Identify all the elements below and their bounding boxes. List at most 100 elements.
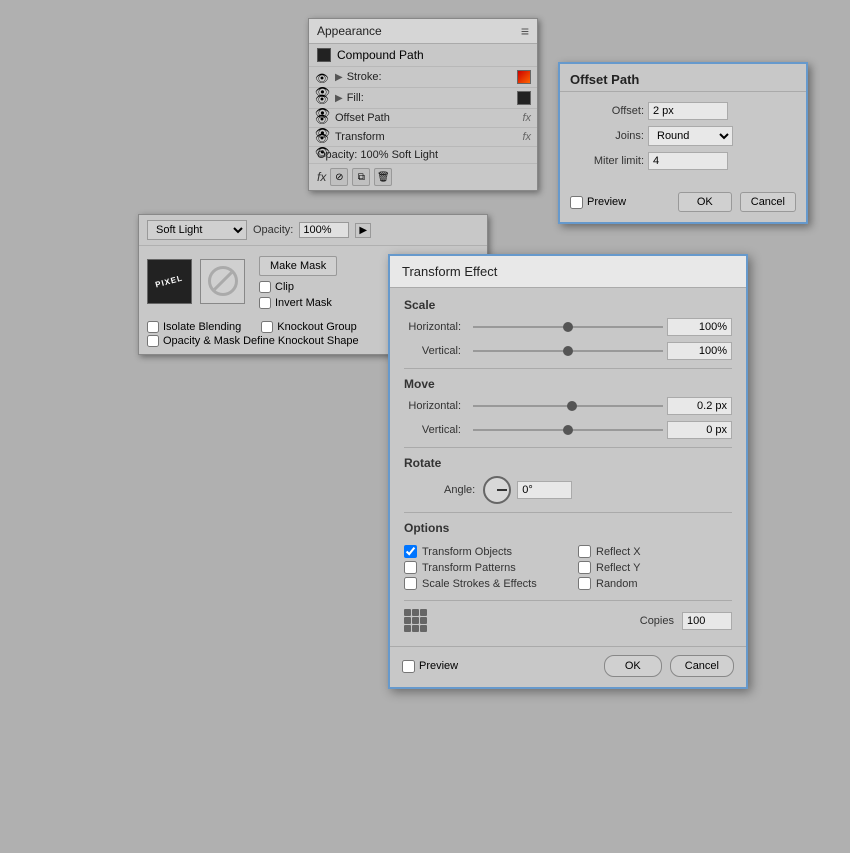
make-mask-button[interactable]: Make Mask bbox=[259, 256, 337, 276]
isolate-blending-row[interactable]: Isolate Blending bbox=[147, 320, 241, 334]
transform-preview-row[interactable]: Preview bbox=[402, 660, 596, 673]
fill-expand-icon[interactable]: ▶ bbox=[335, 93, 343, 104]
copies-label: Copies bbox=[640, 615, 674, 627]
scale-v-thumb[interactable] bbox=[563, 346, 573, 356]
panel-menu-icon[interactable]: ≡ bbox=[521, 23, 529, 39]
stroke-expand-icon[interactable]: ▶ bbox=[335, 72, 343, 83]
move-h-input[interactable] bbox=[667, 397, 732, 415]
scale-h-thumb[interactable] bbox=[563, 322, 573, 332]
fill-label: Fill: bbox=[347, 92, 513, 104]
scale-h-input[interactable] bbox=[667, 318, 732, 336]
scale-strokes-row[interactable]: Scale Strokes & Effects bbox=[404, 577, 558, 590]
transform-visibility-icon[interactable]: 👁 bbox=[315, 131, 331, 143]
no-icon-btn[interactable]: ⊘ bbox=[330, 168, 348, 186]
invert-mask-checkbox-row[interactable]: Invert Mask bbox=[259, 296, 337, 310]
fill-row[interactable]: 👁 ▶ Fill: bbox=[309, 88, 537, 109]
fx-button[interactable]: fx bbox=[317, 170, 326, 184]
scale-strokes-label: Scale Strokes & Effects bbox=[422, 578, 537, 590]
invert-mask-label: Invert Mask bbox=[275, 297, 332, 309]
transform-objects-row[interactable]: Transform Objects bbox=[404, 545, 558, 558]
offset-preview-row[interactable]: Preview bbox=[570, 196, 670, 209]
knockout-group-label: Knockout Group bbox=[277, 321, 357, 333]
move-v-input[interactable] bbox=[667, 421, 732, 439]
scale-horizontal-row: Horizontal: bbox=[404, 318, 732, 336]
fill-swatch[interactable] bbox=[517, 91, 531, 105]
offset-visibility-icon[interactable]: 👁 bbox=[315, 112, 331, 124]
angle-indicator bbox=[497, 489, 507, 491]
scale-vertical-row: Vertical: bbox=[404, 342, 732, 360]
thumbnail-text: PIXEL bbox=[155, 273, 184, 289]
offset-dialog-body: Offset: Joins: Round Miter Bevel Miter l… bbox=[560, 92, 806, 186]
clip-checkbox-row[interactable]: Clip bbox=[259, 280, 337, 294]
scale-v-input[interactable] bbox=[667, 342, 732, 360]
appearance-titlebar: Appearance ≡ bbox=[309, 19, 537, 44]
stroke-row[interactable]: 👁 ▶ Stroke: bbox=[309, 67, 537, 88]
opacity-input[interactable] bbox=[299, 222, 349, 238]
knockout-group-checkbox[interactable] bbox=[261, 321, 273, 333]
appearance-bottom: fx ⊘ ⧉ 🗑 bbox=[309, 164, 537, 190]
transform-cancel-button[interactable]: Cancel bbox=[670, 655, 734, 677]
grid-dot-6 bbox=[420, 617, 427, 624]
clip-label: Clip bbox=[275, 281, 294, 293]
grid-dot-8 bbox=[412, 625, 419, 632]
knockout-group-row[interactable]: Knockout Group bbox=[261, 320, 357, 334]
delete-icon-btn[interactable]: 🗑 bbox=[374, 168, 392, 186]
copies-input[interactable] bbox=[682, 612, 732, 630]
random-label: Random bbox=[596, 578, 638, 590]
blend-top-row: Soft Light Normal Multiply Screen Overla… bbox=[139, 215, 487, 246]
offset-input[interactable] bbox=[648, 102, 728, 120]
transform-ok-button[interactable]: OK bbox=[604, 655, 662, 677]
move-v-label: Vertical: bbox=[404, 424, 469, 436]
options-grid: Transform Objects Reflect X Transform Pa… bbox=[404, 541, 732, 594]
reflect-y-label: Reflect Y bbox=[596, 562, 640, 574]
angle-dial[interactable] bbox=[483, 476, 511, 504]
clip-checkbox[interactable] bbox=[259, 281, 271, 293]
layer-thumbnail: PIXEL bbox=[147, 259, 192, 304]
move-v-thumb[interactable] bbox=[563, 425, 573, 435]
transform-objects-checkbox[interactable] bbox=[404, 545, 417, 558]
grid-dot-1 bbox=[404, 609, 411, 616]
opacity-mask-checkbox[interactable] bbox=[147, 335, 159, 347]
grid-dot-3 bbox=[420, 609, 427, 616]
transform-patterns-checkbox[interactable] bbox=[404, 561, 417, 574]
opacity-arrow-btn[interactable]: ▶ bbox=[355, 223, 371, 238]
offset-cancel-button[interactable]: Cancel bbox=[740, 192, 796, 212]
rotate-section-title: Rotate bbox=[404, 456, 732, 470]
reflect-y-row[interactable]: Reflect Y bbox=[578, 561, 732, 574]
mask-thumbnail bbox=[200, 259, 245, 304]
grid-dot-2 bbox=[412, 609, 419, 616]
reflect-x-row[interactable]: Reflect X bbox=[578, 545, 732, 558]
move-h-slider[interactable] bbox=[473, 405, 663, 407]
offset-path-row[interactable]: 👁 Offset Path fx bbox=[309, 109, 537, 128]
reflect-x-checkbox[interactable] bbox=[578, 545, 591, 558]
grid-dot-9 bbox=[420, 625, 427, 632]
reflect-y-checkbox[interactable] bbox=[578, 561, 591, 574]
offset-ok-button[interactable]: OK bbox=[678, 192, 732, 212]
transform-buttons: Preview OK Cancel bbox=[390, 646, 746, 687]
invert-mask-checkbox[interactable] bbox=[259, 297, 271, 309]
transform-patterns-row[interactable]: Transform Patterns bbox=[404, 561, 558, 574]
blend-mode-select[interactable]: Soft Light Normal Multiply Screen Overla… bbox=[147, 220, 247, 240]
random-row[interactable]: Random bbox=[578, 577, 732, 590]
random-checkbox[interactable] bbox=[578, 577, 591, 590]
miter-input[interactable] bbox=[648, 152, 728, 170]
appearance-panel: Appearance ≡ Compound Path 👁 ▶ Stroke: 👁… bbox=[308, 18, 538, 191]
miter-row: Miter limit: bbox=[574, 152, 792, 170]
joins-select[interactable]: Round Miter Bevel bbox=[648, 126, 733, 146]
angle-input[interactable] bbox=[517, 481, 572, 499]
transform-preview-checkbox[interactable] bbox=[402, 660, 415, 673]
transform-row[interactable]: 👁 Transform fx bbox=[309, 128, 537, 147]
scale-v-slider[interactable] bbox=[473, 350, 663, 352]
offset-preview-checkbox[interactable] bbox=[570, 196, 583, 209]
scale-strokes-checkbox[interactable] bbox=[404, 577, 417, 590]
stroke-visibility-icon[interactable]: 👁 bbox=[315, 71, 331, 83]
stroke-swatch[interactable] bbox=[517, 70, 531, 84]
move-v-slider[interactable] bbox=[473, 429, 663, 431]
fill-visibility-icon[interactable]: 👁 bbox=[315, 92, 331, 104]
isolate-blending-checkbox[interactable] bbox=[147, 321, 159, 333]
copy-icon-btn[interactable]: ⧉ bbox=[352, 168, 370, 186]
rotate-options-divider bbox=[404, 512, 732, 513]
joins-row: Joins: Round Miter Bevel bbox=[574, 126, 792, 146]
move-h-thumb[interactable] bbox=[567, 401, 577, 411]
scale-h-slider[interactable] bbox=[473, 326, 663, 328]
